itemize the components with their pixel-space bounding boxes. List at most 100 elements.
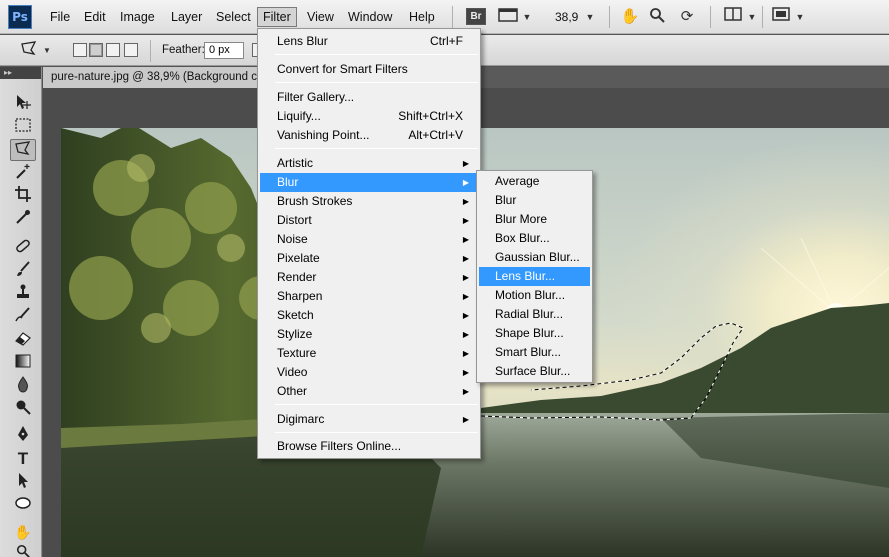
menu-item-digimarc[interactable]: Digimarc ▶ bbox=[260, 410, 478, 429]
submenu-item-blur[interactable]: Blur bbox=[479, 191, 590, 210]
gradient-icon[interactable] bbox=[10, 352, 36, 374]
menu-item-label: Noise bbox=[277, 232, 308, 246]
zoom-level[interactable]: 38,9 bbox=[555, 7, 578, 27]
menu-item-sketch[interactable]: Sketch ▶ bbox=[260, 306, 478, 325]
rotate-view-icon[interactable]: ⟳ bbox=[676, 7, 698, 27]
menu-item-filter-gallery[interactable]: Filter Gallery... bbox=[260, 88, 478, 107]
polygonal-lasso-icon[interactable] bbox=[10, 139, 36, 161]
path-selection-icon[interactable] bbox=[10, 471, 36, 493]
submenu-item-lens-blur[interactable]: Lens Blur... bbox=[479, 267, 590, 286]
submenu-arrow-icon: ▶ bbox=[462, 311, 469, 320]
menu-item-label: Texture bbox=[277, 346, 317, 360]
submenu-arrow-icon: ▶ bbox=[462, 349, 469, 358]
menu-item-noise[interactable]: Noise ▶ bbox=[260, 230, 478, 249]
document-tab[interactable]: pure-nature.jpg @ 38,9% (Background c bbox=[43, 67, 263, 88]
polygonal-lasso-icon[interactable] bbox=[18, 41, 40, 61]
menu-edit[interactable]: Edit bbox=[79, 7, 111, 27]
menu-layer[interactable]: Layer bbox=[166, 7, 207, 27]
type-icon[interactable]: T bbox=[10, 448, 36, 470]
menu-separator bbox=[275, 148, 478, 149]
chevron-down-icon[interactable]: ▼ bbox=[42, 41, 52, 61]
menu-separator bbox=[452, 6, 453, 28]
menu-separator bbox=[275, 54, 478, 55]
clone-stamp-icon[interactable] bbox=[10, 283, 36, 305]
menu-window[interactable]: Window bbox=[343, 7, 397, 27]
menu-item-texture[interactable]: Texture ▶ bbox=[260, 344, 478, 363]
history-brush-icon[interactable] bbox=[10, 306, 36, 328]
move-tool-icon[interactable] bbox=[10, 93, 36, 115]
submenu-item-smart-blur[interactable]: Smart Blur... bbox=[479, 343, 590, 362]
arrange-documents-icon[interactable] bbox=[722, 7, 744, 27]
menu-item-convert-smart-filters[interactable]: Convert for Smart Filters bbox=[260, 60, 478, 79]
menu-item-brush-strokes[interactable]: Brush Strokes ▶ bbox=[260, 192, 478, 211]
submenu-item-gaussian-blur[interactable]: Gaussian Blur... bbox=[479, 248, 590, 267]
crop-icon[interactable] bbox=[10, 185, 36, 207]
intersect-selection-mode[interactable] bbox=[124, 43, 138, 57]
submenu-item-shape-blur[interactable]: Shape Blur... bbox=[479, 324, 590, 343]
submenu-arrow-icon: ▶ bbox=[462, 159, 469, 168]
screen-mode-icon[interactable] bbox=[770, 7, 792, 27]
menu-item-liquify[interactable]: Liquify... Shift+Ctrl+X bbox=[260, 107, 478, 126]
menu-help[interactable]: Help bbox=[404, 7, 440, 27]
menu-item-label: Render bbox=[277, 270, 317, 284]
menu-item-last-filter[interactable]: Lens Blur Ctrl+F bbox=[260, 32, 478, 51]
subtract-from-selection-mode[interactable] bbox=[106, 43, 120, 57]
menu-item-browse-filters-online[interactable]: Browse Filters Online... bbox=[260, 437, 478, 456]
menu-separator bbox=[275, 432, 478, 433]
healing-brush-icon[interactable] bbox=[10, 237, 36, 259]
menu-view[interactable]: View bbox=[302, 7, 339, 27]
menu-item-label: Other bbox=[277, 384, 308, 398]
menu-item-label: Distort bbox=[277, 213, 312, 227]
screen-mode-icon[interactable] bbox=[497, 7, 519, 27]
menu-file[interactable]: File bbox=[45, 7, 75, 27]
menu-item-sharpen[interactable]: Sharpen ▶ bbox=[260, 287, 478, 306]
menu-item-shortcut: Shift+Ctrl+X bbox=[398, 109, 463, 123]
menu-filter[interactable]: Filter bbox=[257, 7, 297, 27]
panel-grip[interactable]: ▸▸ bbox=[0, 67, 41, 79]
menu-item-pixelate[interactable]: Pixelate ▶ bbox=[260, 249, 478, 268]
menu-item-other[interactable]: Other ▶ bbox=[260, 382, 478, 401]
magic-wand-icon[interactable] bbox=[10, 162, 36, 184]
menu-item-label: Stylize bbox=[277, 327, 313, 341]
marquee-tool-icon[interactable] bbox=[10, 116, 36, 138]
chevron-down-icon[interactable]: ▼ bbox=[746, 7, 758, 27]
menu-item-video[interactable]: Video ▶ bbox=[260, 363, 478, 382]
hand-icon[interactable]: ✋ bbox=[619, 7, 641, 27]
submenu-item-average[interactable]: Average bbox=[479, 172, 590, 191]
bridge-button[interactable]: Br bbox=[466, 8, 486, 25]
pen-icon[interactable] bbox=[10, 425, 36, 447]
submenu-arrow-icon: ▶ bbox=[462, 415, 469, 424]
eyedropper-icon[interactable] bbox=[10, 208, 36, 230]
brush-icon[interactable] bbox=[10, 260, 36, 282]
add-to-selection-mode[interactable] bbox=[89, 43, 103, 57]
chevron-down-icon[interactable]: ▼ bbox=[584, 7, 596, 27]
menu-item-blur[interactable]: Blur ▶ bbox=[260, 173, 478, 192]
new-selection-mode[interactable] bbox=[73, 43, 87, 57]
eraser-icon[interactable] bbox=[10, 329, 36, 351]
menu-item-label: Filter Gallery... bbox=[277, 90, 355, 104]
zoom-icon[interactable] bbox=[646, 7, 668, 27]
menu-image[interactable]: Image bbox=[115, 7, 160, 27]
dodge-icon[interactable] bbox=[10, 398, 36, 420]
menu-item-artistic[interactable]: Artistic ▶ bbox=[260, 154, 478, 173]
submenu-item-radial-blur[interactable]: Radial Blur... bbox=[479, 305, 590, 324]
zoom-icon[interactable] bbox=[10, 542, 36, 557]
submenu-item-blur-more[interactable]: Blur More bbox=[479, 210, 590, 229]
submenu-item-surface-blur[interactable]: Surface Blur... bbox=[479, 362, 590, 381]
menu-item-distort[interactable]: Distort ▶ bbox=[260, 211, 478, 230]
ellipse-icon[interactable] bbox=[10, 494, 36, 516]
menu-item-vanishing-point[interactable]: Vanishing Point... Alt+Ctrl+V bbox=[260, 126, 478, 145]
feather-field[interactable]: 0 px bbox=[204, 42, 244, 59]
menu-item-render[interactable]: Render ▶ bbox=[260, 268, 478, 287]
chevron-down-icon[interactable]: ▼ bbox=[794, 7, 806, 27]
hand-icon[interactable]: ✋ bbox=[10, 521, 36, 543]
menu-select[interactable]: Select bbox=[211, 7, 256, 27]
submenu-item-box-blur[interactable]: Box Blur... bbox=[479, 229, 590, 248]
blur-drop-icon[interactable] bbox=[10, 375, 36, 397]
submenu-arrow-icon: ▶ bbox=[462, 197, 469, 206]
submenu-item-motion-blur[interactable]: Motion Blur... bbox=[479, 286, 590, 305]
menu-item-stylize[interactable]: Stylize ▶ bbox=[260, 325, 478, 344]
options-separator bbox=[150, 40, 151, 62]
chevron-down-icon[interactable]: ▼ bbox=[521, 7, 533, 27]
photoshop-logo[interactable]: Ps bbox=[8, 5, 32, 29]
